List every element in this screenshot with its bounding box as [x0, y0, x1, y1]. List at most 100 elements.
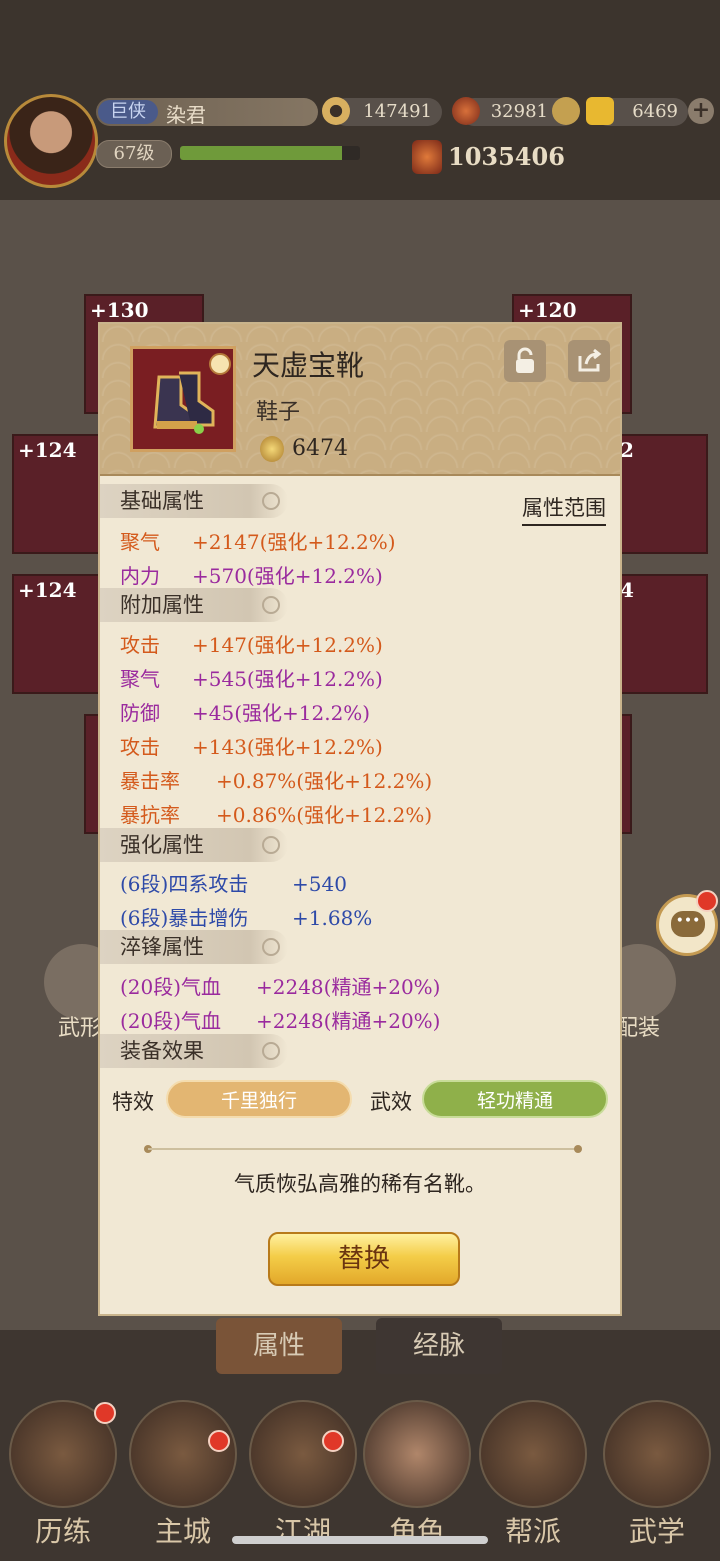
chat-notification-dot	[696, 890, 718, 912]
share-button[interactable]	[568, 340, 610, 382]
slot-level: +120	[518, 298, 577, 322]
chat-icon: •••	[671, 911, 705, 937]
stat-name: 攻击	[120, 633, 160, 657]
stat-value: +143(强化+12.2%)	[192, 735, 383, 759]
stat-value: +45(强化+12.2%)	[192, 701, 371, 725]
boot-icon	[153, 371, 215, 434]
section-title: 淬锋属性	[120, 935, 204, 959]
lock-button[interactable]	[504, 340, 546, 382]
gold-ingot-icon	[586, 97, 614, 125]
stat-name: 暴抗率	[120, 803, 180, 827]
slot-level: +124	[18, 438, 77, 462]
player-name: 染君	[166, 103, 206, 127]
section-title: 装备效果	[120, 1039, 204, 1063]
nav-label: 角色	[388, 1515, 445, 1548]
martial-arts-icon	[603, 1400, 711, 1508]
slot-level: +130	[90, 298, 149, 322]
section-enhance-attributes: 强化属性	[100, 828, 288, 862]
stat-line: 聚气 +545(强化+12.2%)	[120, 663, 383, 692]
section-base-attributes: 基础属性	[100, 484, 288, 518]
nav-jianghu[interactable]: 江湖	[248, 1400, 358, 1550]
section-equipment-effects: 装备效果	[100, 1034, 288, 1068]
item-icon-frame	[130, 346, 236, 452]
slot-level: +124	[18, 578, 77, 602]
stat-value: +1.68%	[292, 906, 373, 930]
nav-character[interactable]: 角色	[362, 1400, 472, 1550]
xp-bar	[180, 146, 360, 160]
item-power-icon	[260, 436, 284, 462]
nav-label: 武学	[628, 1515, 685, 1548]
player-avatar[interactable]	[4, 94, 98, 188]
stat-value: +0.86%(强化+12.2%)	[216, 803, 433, 827]
section-title: 附加属性	[120, 593, 204, 617]
item-power: 6474	[292, 436, 348, 461]
nav-label: 帮派	[504, 1515, 561, 1548]
stat-name: (20段)气血	[120, 1009, 222, 1033]
stat-value: +2248(精通+20%)	[256, 1009, 441, 1033]
swirl-icon	[262, 938, 280, 956]
stat-name: 聚气	[120, 530, 160, 554]
special-effect-label: 特效	[112, 1090, 154, 1114]
stat-value: +0.87%(强化+12.2%)	[216, 769, 433, 793]
stat-value: +147(强化+12.2%)	[192, 633, 383, 657]
tab-meridians[interactable]: 经脉	[376, 1318, 502, 1374]
replace-button[interactable]: 替换	[268, 1232, 460, 1286]
section-title: 强化属性	[120, 833, 204, 857]
item-type: 鞋子	[256, 400, 301, 425]
item-detail-popup: 天虚宝靴 鞋子 6474 基础属性 属性范围 聚气 +2147(强化+12.2%)…	[98, 322, 622, 1316]
stat-line: (6段)暴击增伤 +1.68%	[120, 902, 372, 931]
notification-dot	[208, 1430, 230, 1452]
item-description: 气质恢弘高雅的稀有名靴。	[234, 1172, 486, 1196]
attribute-range-link[interactable]: 属性范围	[522, 492, 606, 526]
city-icon	[129, 1400, 237, 1508]
martial-effect-label: 武效	[370, 1090, 412, 1114]
gold-plus-button[interactable]: +	[688, 98, 714, 124]
stat-value: +2248(精通+20%)	[256, 975, 441, 999]
section-title: 基础属性	[120, 489, 204, 513]
stat-name: 聚气	[120, 667, 160, 691]
special-effect-pill[interactable]: 千里独行	[166, 1080, 352, 1118]
stat-name: (6段)暴击增伤	[120, 906, 249, 930]
swirl-icon	[262, 596, 280, 614]
slot-level: 2	[620, 438, 634, 462]
item-grade-badge-icon	[209, 353, 231, 375]
item-name: 天虚宝靴	[252, 349, 365, 382]
nav-label: 主城	[154, 1515, 211, 1548]
stat-line: 攻击 +147(强化+12.2%)	[120, 629, 383, 658]
stat-line: 内力 +570(强化+12.2%)	[120, 560, 383, 589]
stat-line: (20段)气血 +2248(精通+20%)	[120, 971, 440, 1000]
stat-name: 暴击率	[120, 769, 180, 793]
stat-name: 内力	[120, 564, 160, 588]
swirl-icon	[262, 492, 280, 510]
share-icon	[578, 348, 602, 372]
divider-dot	[574, 1145, 582, 1153]
player-level: 67级	[96, 140, 172, 168]
section-temper-attributes: 淬锋属性	[100, 930, 288, 964]
lock-icon	[516, 347, 534, 373]
combat-power: 1035406	[448, 142, 565, 171]
silver-plus-icon[interactable]	[552, 97, 580, 125]
slot-level: 4	[620, 578, 634, 602]
title-badge: 巨侠	[98, 100, 158, 124]
stat-line: 暴击率 +0.87%(强化+12.2%)	[120, 765, 432, 794]
martial-effect-pill[interactable]: 轻功精通	[422, 1080, 608, 1118]
nav-martial-arts[interactable]: 武学	[602, 1400, 712, 1550]
stat-value: +540	[292, 872, 347, 896]
stat-name: 攻击	[120, 735, 160, 759]
swirl-icon	[262, 1042, 280, 1060]
notification-dot	[94, 1402, 116, 1424]
nav-label: 历练	[34, 1515, 91, 1548]
home-indicator[interactable]	[232, 1536, 488, 1544]
character-icon	[363, 1400, 471, 1508]
stat-value: +2147(强化+12.2%)	[192, 530, 396, 554]
section-extra-attributes: 附加属性	[100, 588, 288, 622]
guild-icon	[479, 1400, 587, 1508]
stat-name: (6段)四系攻击	[120, 872, 249, 896]
xp-bar-fill	[180, 146, 342, 160]
nav-guild[interactable]: 帮派	[478, 1400, 588, 1550]
side-label-right: 配装	[616, 1016, 661, 1041]
item-header: 天虚宝靴 鞋子 6474	[100, 324, 620, 476]
tab-attributes[interactable]: 属性	[216, 1318, 342, 1374]
nav-main-city[interactable]: 主城	[128, 1400, 238, 1550]
jianghu-icon	[249, 1400, 357, 1508]
